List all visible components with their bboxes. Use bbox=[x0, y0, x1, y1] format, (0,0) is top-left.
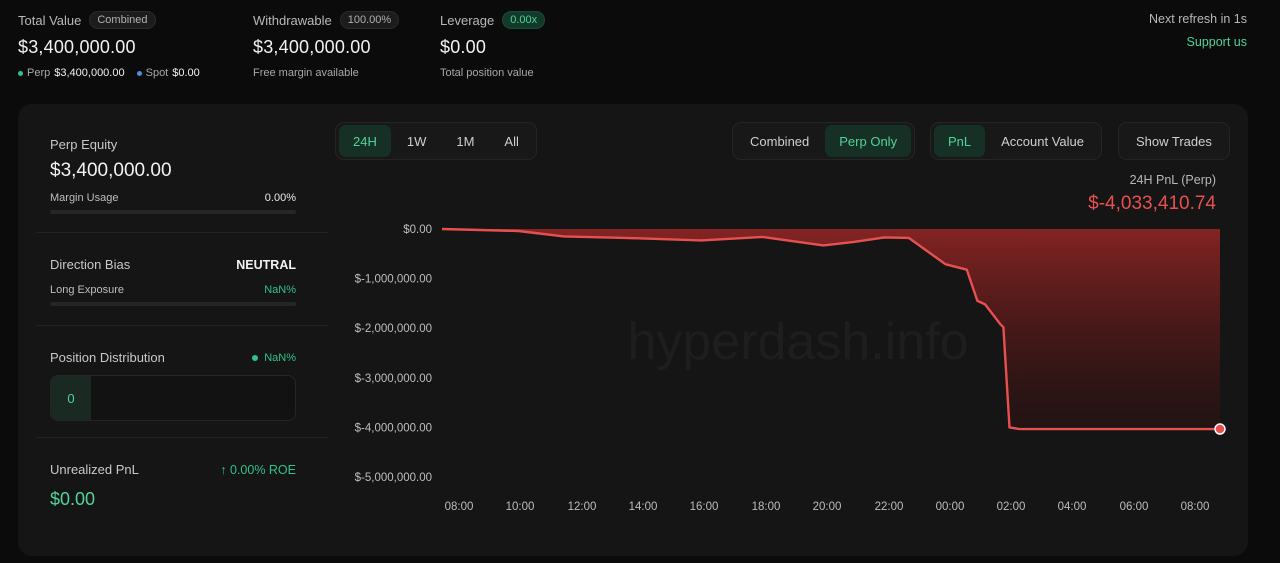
total-value-amount: $3,400,000.00 bbox=[18, 37, 136, 57]
long-exposure-value: NaN% bbox=[264, 284, 296, 296]
range-1m-button[interactable]: 1M bbox=[442, 125, 488, 157]
long-exposure-label: Long Exposure bbox=[50, 284, 124, 296]
direction-bias-value: NEUTRAL bbox=[236, 257, 296, 272]
left-stats-column: Perp Equity $3,400,000.00 Margin Usage 0… bbox=[18, 104, 328, 556]
withdrawable-stat: Withdrawable 100.00% $3,400,000.00 Free … bbox=[253, 10, 400, 79]
total-value-stat: Total Value Combined $3,400,000.00 Perp … bbox=[18, 10, 200, 79]
leverage-badge: 0.00x bbox=[502, 11, 546, 29]
leverage-stat: Leverage 0.00x $0.00 Total position valu… bbox=[440, 10, 546, 79]
unrealized-pnl-section: Unrealized PnL ↑ 0.00% ROE $0.00 bbox=[50, 462, 296, 510]
withdrawable-label: Withdrawable bbox=[253, 12, 332, 28]
leverage-label: Leverage bbox=[440, 12, 495, 28]
range-24h-button[interactable]: 24H bbox=[339, 125, 391, 157]
distribution-bar: 0 bbox=[50, 375, 296, 421]
spot-label: Spot bbox=[145, 67, 169, 79]
pnl-period-label: 24H PnL (Perp) bbox=[1129, 173, 1216, 187]
withdrawable-amount: $3,400,000.00 bbox=[253, 37, 371, 57]
leverage-amount: $0.00 bbox=[440, 37, 487, 57]
watermark-text: hyperdash.info bbox=[627, 313, 968, 371]
divider bbox=[36, 437, 328, 438]
x-tick-label: 12:00 bbox=[568, 501, 597, 513]
x-tick-label: 20:00 bbox=[813, 501, 842, 513]
combined-badge[interactable]: Combined bbox=[89, 11, 156, 29]
x-tick-label: 06:00 bbox=[1120, 501, 1149, 513]
scope-combined-button[interactable]: Combined bbox=[736, 125, 823, 157]
x-tick-label: 18:00 bbox=[752, 501, 781, 513]
x-tick-label: 00:00 bbox=[936, 501, 965, 513]
scope-perp-only-button[interactable]: Perp Only bbox=[825, 125, 912, 157]
spot-dot-icon bbox=[136, 70, 142, 76]
range-1w-button[interactable]: 1W bbox=[393, 125, 441, 157]
x-tick-label: 04:00 bbox=[1058, 501, 1087, 513]
range-all-button[interactable]: All bbox=[490, 125, 532, 157]
support-link[interactable]: Support us bbox=[1187, 35, 1247, 49]
y-tick-label: $-1,000,000.00 bbox=[355, 274, 432, 286]
account-summary: Total Value Combined $3,400,000.00 Perp … bbox=[0, 0, 1280, 100]
metric-account-value-button[interactable]: Account Value bbox=[987, 125, 1098, 157]
margin-usage-value: 0.00% bbox=[264, 192, 296, 204]
metric-pnl-button[interactable]: PnL bbox=[934, 125, 986, 157]
scope-selector: Combined Perp Only bbox=[732, 122, 916, 160]
unrealized-pnl-value: $0.00 bbox=[50, 489, 96, 509]
withdrawable-badge: 100.00% bbox=[339, 11, 400, 29]
spot-value: $0.00 bbox=[172, 67, 200, 79]
x-tick-label: 02:00 bbox=[997, 501, 1026, 513]
x-tick-label: 08:00 bbox=[1181, 501, 1210, 513]
unrealized-pnl-title: Unrealized PnL bbox=[50, 462, 139, 477]
x-tick-label: 08:00 bbox=[445, 501, 474, 513]
last-point-marker[interactable] bbox=[1214, 423, 1226, 435]
direction-bias-section: Direction Bias NEUTRAL Long Exposure NaN… bbox=[50, 257, 296, 306]
margin-usage-bar bbox=[50, 210, 296, 214]
x-tick-label: 14:00 bbox=[629, 501, 658, 513]
perp-equity-section: Perp Equity $3,400,000.00 Margin Usage 0… bbox=[50, 137, 296, 214]
distribution-count: 0 bbox=[51, 376, 91, 420]
direction-bias-title: Direction Bias bbox=[50, 257, 131, 272]
position-distribution-value: NaN% bbox=[264, 351, 296, 364]
perp-equity-title: Perp Equity bbox=[50, 137, 118, 152]
x-tick-label: 16:00 bbox=[690, 501, 719, 513]
show-trades-group: Show Trades bbox=[1118, 122, 1230, 160]
leverage-sub: Total position value bbox=[440, 67, 534, 79]
total-value-label: Total Value bbox=[18, 12, 82, 28]
divider bbox=[36, 232, 328, 233]
y-tick-label: $-2,000,000.00 bbox=[355, 323, 432, 335]
position-distribution-section: Position Distribution NaN% 0 bbox=[50, 350, 296, 421]
pnl-panel: Perp Equity $3,400,000.00 Margin Usage 0… bbox=[18, 104, 1248, 556]
perp-dot-icon bbox=[18, 70, 23, 76]
pnl-period-value: $-4,033,410.74 bbox=[1088, 193, 1216, 214]
position-distribution-title: Position Distribution bbox=[50, 350, 165, 365]
y-tick-label: $-4,000,000.00 bbox=[355, 422, 432, 434]
metric-selector: PnL Account Value bbox=[930, 122, 1103, 160]
distribution-dot-icon bbox=[252, 354, 259, 361]
margin-usage-label: Margin Usage bbox=[50, 192, 119, 204]
range-selector: 24H 1W 1M All bbox=[335, 122, 537, 160]
y-tick-label: $-3,000,000.00 bbox=[355, 373, 432, 385]
perp-label: Perp bbox=[27, 67, 51, 79]
perp-equity-value: $3,400,000.00 bbox=[50, 160, 172, 181]
x-axis: 08:00 10:00 12:00 14:00 16:00 18:00 20:00 22:00… bbox=[445, 501, 1210, 513]
y-tick-label: $-5,000,000.00 bbox=[355, 472, 432, 484]
y-tick-label: $0.00 bbox=[403, 224, 432, 236]
long-exposure-bar bbox=[50, 302, 296, 306]
pnl-chart: hyperdash.info $0.00 $-1,000,000.00 $-2,00… bbox=[355, 224, 1226, 513]
x-tick-label: 22:00 bbox=[875, 501, 904, 513]
show-trades-button[interactable]: Show Trades bbox=[1122, 125, 1226, 157]
y-axis: $0.00 $-1,000,000.00 $-2,000,000.00 $-3,000… bbox=[355, 224, 432, 484]
x-tick-label: 10:00 bbox=[506, 501, 535, 513]
withdrawable-sub: Free margin available bbox=[253, 67, 359, 79]
divider bbox=[36, 325, 328, 326]
perp-value: $3,400,000.00 bbox=[54, 67, 125, 79]
roe-value: ↑ 0.00% ROE bbox=[220, 462, 296, 477]
refresh-timer: Next refresh in 1s bbox=[1149, 12, 1247, 26]
